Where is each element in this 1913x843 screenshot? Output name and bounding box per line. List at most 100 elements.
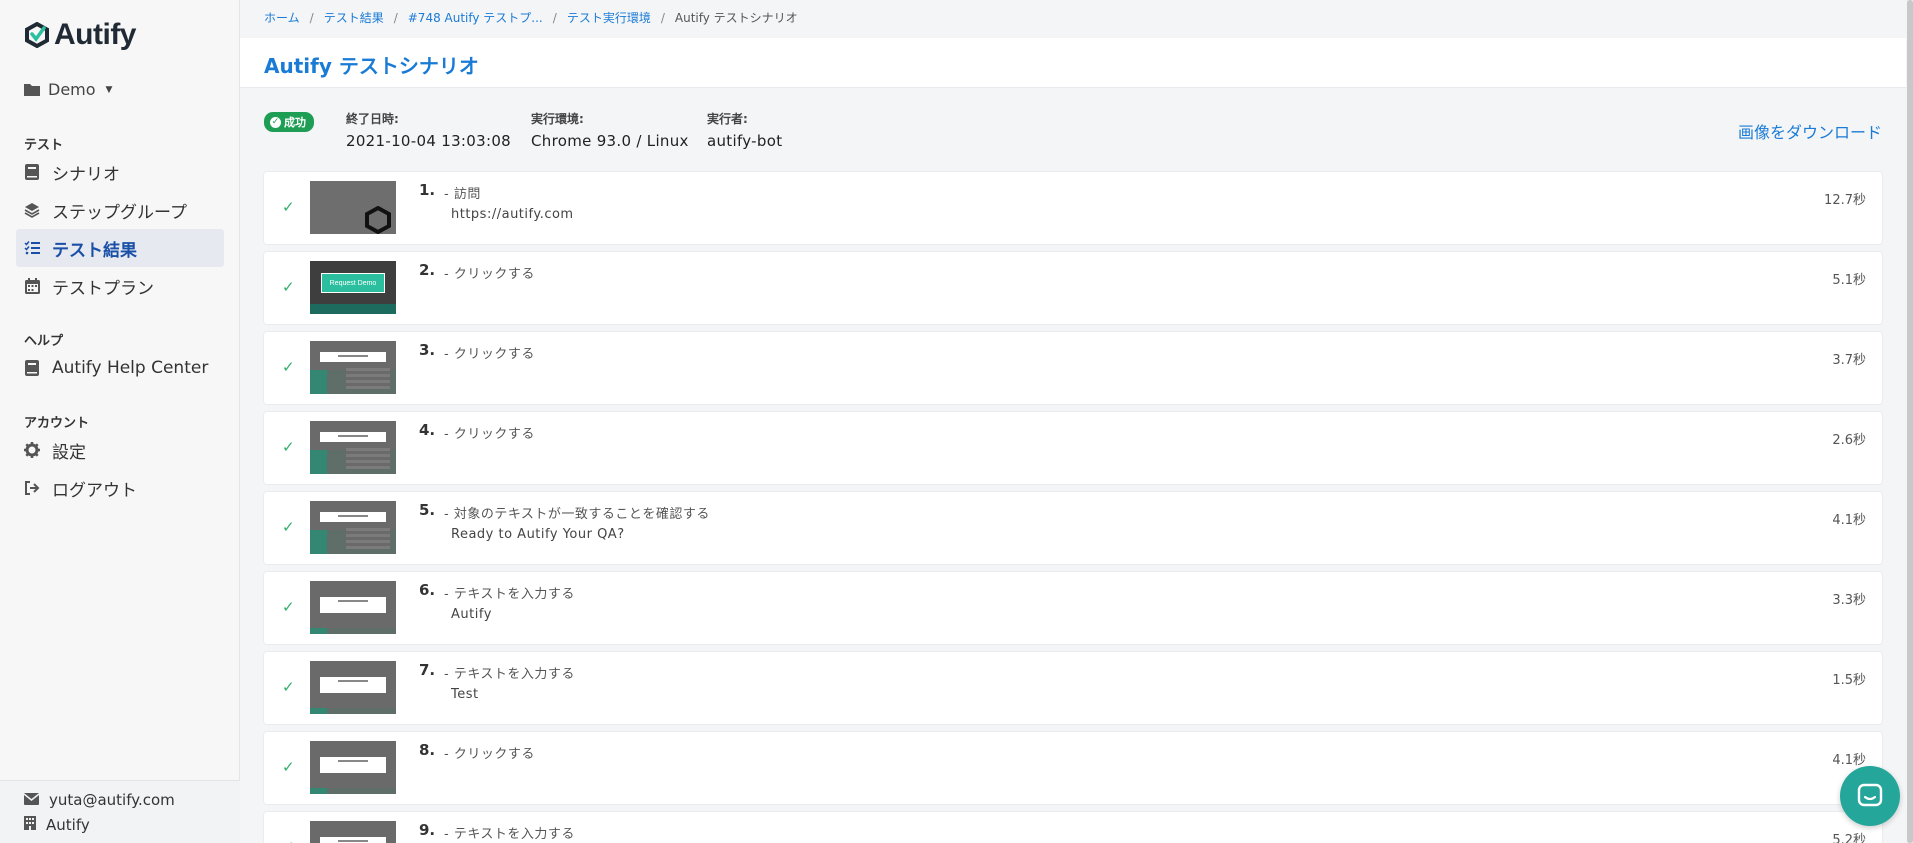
- status-badge: ✓ 成功: [264, 112, 314, 132]
- finished-value: 2021-10-04 13:03:08: [346, 132, 512, 150]
- step-duration: 4.1秒: [1832, 753, 1866, 768]
- title-bar: Autify テストシナリオ: [240, 38, 1906, 88]
- step-row[interactable]: ✓ 5. - 対象のテキストが一致することを確認する Ready to Auti…: [264, 492, 1882, 564]
- runner-value: autify-bot: [707, 132, 783, 150]
- check-circle-icon: ✓: [270, 116, 281, 128]
- step-action: - 訪問: [444, 187, 481, 202]
- layers-icon: [24, 202, 40, 218]
- runner: 実行者: autify-bot: [707, 110, 782, 150]
- step-number: 4.: [419, 421, 436, 439]
- step-row[interactable]: ✓ 3. - クリックする 3.7秒: [264, 332, 1882, 404]
- scrollbar[interactable]: [1907, 0, 1913, 843]
- check-icon: ✓: [282, 438, 295, 456]
- breadcrumb-environment[interactable]: テスト実行環境: [567, 9, 651, 26]
- step-row[interactable]: ✓ 1. - 訪問 https://autify.com 12.7秒: [264, 172, 1882, 244]
- step-duration: 12.7秒: [1824, 193, 1866, 208]
- scrollbar-thumb[interactable]: [1907, 0, 1913, 843]
- step-action: - クリックする: [444, 267, 535, 282]
- step-screenshot[interactable]: [310, 821, 396, 843]
- chat-launcher-button[interactable]: [1840, 766, 1900, 826]
- check-icon: ✓: [282, 838, 295, 843]
- sidebar-item-label: シナリオ: [52, 164, 120, 185]
- breadcrumb-test-results[interactable]: テスト結果: [324, 9, 384, 26]
- brand-name: Autify: [54, 18, 137, 51]
- sidebar: Autify Demo ▼ テスト シナリオ ステップグループ テスト結果 テス…: [0, 0, 240, 843]
- autify-logo[interactable]: Autify: [24, 18, 137, 52]
- step-screenshot[interactable]: [310, 421, 396, 474]
- step-row[interactable]: ✓ 6. - テキストを入力する Autify 3.3秒: [264, 572, 1882, 644]
- check-icon: ✓: [282, 278, 295, 296]
- step-duration: 5.2秒: [1832, 833, 1866, 843]
- step-duration: 4.1秒: [1832, 513, 1866, 528]
- breadcrumb: ホーム / テスト結果 / #748 Autify テストプ... / テスト実…: [264, 9, 798, 26]
- step-duration: 3.7秒: [1832, 353, 1866, 368]
- autify-logo-icon: [25, 22, 49, 48]
- section-title-test: テスト: [24, 138, 64, 153]
- user-email-row[interactable]: yuta@autify.com: [23, 791, 175, 809]
- step-duration: 2.6秒: [1832, 433, 1866, 448]
- list-check-icon: [24, 240, 40, 256]
- sidebar-item-test-plans[interactable]: テストプラン: [16, 267, 224, 305]
- sidebar-item-help-center[interactable]: Autify Help Center: [16, 349, 224, 387]
- step-action: - クリックする: [444, 747, 535, 762]
- step-number: 7.: [419, 661, 436, 679]
- step-screenshot[interactable]: [310, 341, 396, 394]
- sidebar-item-scenarios[interactable]: シナリオ: [16, 153, 224, 191]
- step-number: 9.: [419, 821, 436, 839]
- organization-name: Autify: [46, 816, 90, 834]
- step-number: 8.: [419, 741, 436, 759]
- book-icon: [24, 164, 40, 180]
- sidebar-item-settings[interactable]: 設定: [16, 431, 224, 469]
- workspace-dropdown[interactable]: Demo ▼: [24, 80, 112, 99]
- breadcrumb-home[interactable]: ホーム: [264, 9, 300, 26]
- check-icon: ✓: [282, 598, 295, 616]
- finished-label: 終了日時:: [346, 112, 399, 126]
- result-summary: ✓ 成功 終了日時: 2021-10-04 13:03:08 実行環境: Chr…: [264, 110, 1882, 160]
- sidebar-footer: yuta@autify.com Autify: [0, 780, 240, 843]
- section-title-account: アカウント: [24, 416, 90, 431]
- check-icon: ✓: [282, 198, 295, 216]
- breadcrumb-test-run[interactable]: #748 Autify テストプ...: [408, 9, 543, 26]
- workspace-label: Demo: [48, 80, 96, 99]
- sidebar-item-test-results[interactable]: テスト結果: [16, 229, 224, 267]
- step-action: - クリックする: [444, 347, 535, 362]
- step-row[interactable]: ✓ 4. - クリックする 2.6秒: [264, 412, 1882, 484]
- finished-at: 終了日時: 2021-10-04 13:03:08: [346, 110, 511, 150]
- environment-label: 実行環境:: [531, 112, 584, 126]
- step-action: - テキストを入力する: [444, 587, 575, 602]
- gear-icon: [24, 442, 40, 458]
- environment-value: Chrome 93.0 / Linux: [531, 132, 689, 150]
- step-number: 6.: [419, 581, 436, 599]
- sidebar-item-label: Autify Help Center: [52, 358, 209, 378]
- sidebar-item-label: テストプラン: [52, 278, 154, 299]
- envelope-icon: [23, 791, 40, 809]
- sidebar-item-step-groups[interactable]: ステップグループ: [16, 191, 224, 229]
- sidebar-item-label: ログアウト: [52, 480, 137, 501]
- step-screenshot[interactable]: Request Demo: [310, 261, 396, 314]
- step-action: - 対象のテキストが一致することを確認する: [444, 507, 710, 522]
- sign-out-icon: [24, 480, 40, 496]
- step-duration: 1.5秒: [1832, 673, 1866, 688]
- step-row[interactable]: ✓ 7. - テキストを入力する Test 1.5秒: [264, 652, 1882, 724]
- step-duration: 5.1秒: [1832, 273, 1866, 288]
- step-screenshot[interactable]: [310, 661, 396, 714]
- chat-icon: [1857, 783, 1883, 807]
- caret-down-icon: ▼: [105, 84, 113, 95]
- thumbnail-button-text: Request Demo: [321, 273, 385, 293]
- autify-logo-icon: [365, 206, 391, 234]
- step-screenshot[interactable]: [310, 181, 396, 234]
- step-row[interactable]: ✓ Request Demo 2. - クリックする 5.1秒: [264, 252, 1882, 324]
- step-detail: https://autify.com: [451, 207, 574, 222]
- step-row[interactable]: ✓ 8. - クリックする 4.1秒: [264, 732, 1882, 804]
- sidebar-item-logout[interactable]: ログアウト: [16, 469, 224, 507]
- download-images-link[interactable]: 画像をダウンロード: [1738, 119, 1882, 143]
- organization-row[interactable]: Autify: [24, 816, 90, 834]
- check-icon: ✓: [282, 358, 295, 376]
- step-screenshot[interactable]: [310, 501, 396, 554]
- calendar-icon: [24, 278, 40, 294]
- step-row[interactable]: ✓ 9. - テキストを入力する 5.2秒: [264, 812, 1882, 843]
- step-number: 3.: [419, 341, 436, 359]
- step-detail: Autify: [451, 607, 492, 622]
- step-screenshot[interactable]: [310, 581, 396, 634]
- step-screenshot[interactable]: [310, 741, 396, 794]
